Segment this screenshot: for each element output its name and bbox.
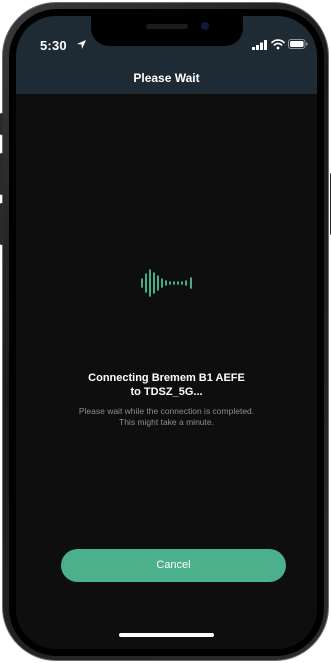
sound-wave-icon <box>141 269 192 297</box>
description-line-2: This might take a minute. <box>119 417 214 427</box>
volume-down-button <box>0 203 3 245</box>
screen: 5:30 Please Wait Connecting Bremem B1 AE… <box>16 16 317 649</box>
heading-line-2: to TDSZ_5G... <box>130 386 203 398</box>
description-line-1: Please wait while the connection is comp… <box>78 406 255 416</box>
location-arrow-icon <box>77 40 86 49</box>
earpiece-speaker <box>146 24 188 29</box>
volume-up-button <box>0 153 3 195</box>
connection-description: Please wait while the connection is comp… <box>16 406 317 428</box>
notch <box>91 16 243 46</box>
page-title: Please Wait <box>133 71 200 85</box>
phone-frame: 5:30 Please Wait Connecting Bremem B1 AE… <box>0 2 331 661</box>
battery-icon <box>288 39 308 49</box>
header-bar: 5:30 Please Wait <box>16 16 317 94</box>
cancel-button[interactable]: Cancel <box>61 549 286 582</box>
status-time: 5:30 <box>40 38 67 53</box>
heading-line-1: Connecting Bremem B1 AEFE <box>88 372 245 384</box>
wifi-icon <box>271 39 285 50</box>
connection-heading: Connecting Bremem B1 AEFE to TDSZ_5G... <box>16 371 317 399</box>
front-camera <box>201 22 209 30</box>
home-indicator[interactable] <box>119 633 214 637</box>
cellular-signal-icon <box>252 40 267 50</box>
mute-switch <box>0 113 3 135</box>
